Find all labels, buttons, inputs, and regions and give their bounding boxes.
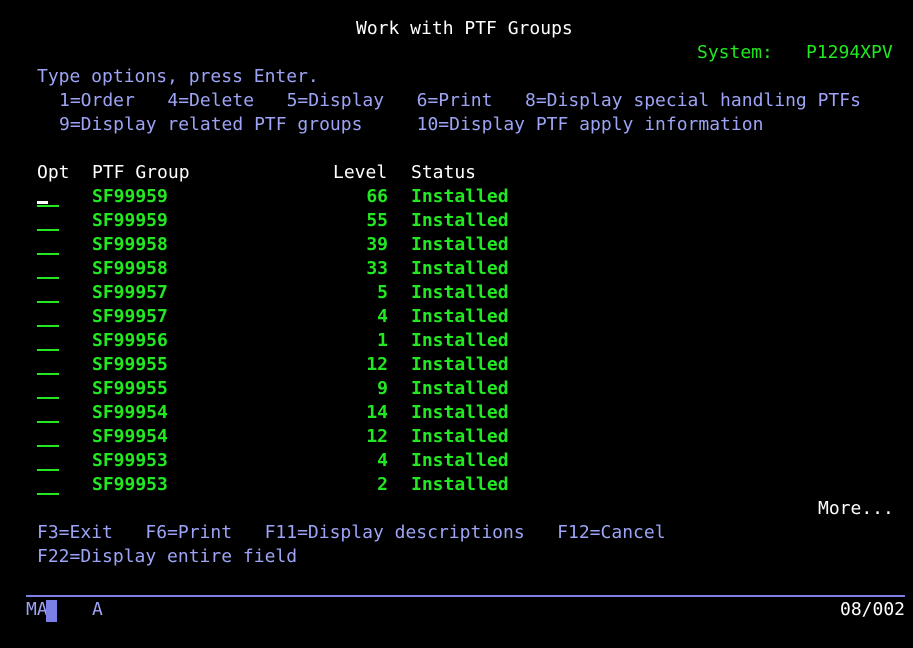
option-input[interactable]: [37, 301, 59, 303]
level-cell: 12: [366, 354, 388, 375]
ptf-group-cell: SF99957: [92, 282, 168, 303]
function-keys-line-1[interactable]: F3=Exit F6=Print F11=Display description…: [37, 521, 666, 545]
level-cell: 66: [366, 186, 388, 207]
status-cell: Installed: [411, 186, 509, 207]
level-cell: 5: [377, 282, 388, 303]
status-cursor-block: [46, 600, 57, 622]
column-header-level: Level: [333, 162, 388, 183]
status-cell: Installed: [411, 234, 509, 255]
option-input[interactable]: [37, 421, 59, 423]
status-cell: Installed: [411, 210, 509, 231]
ptf-group-cell: SF99955: [92, 378, 168, 399]
column-header-status: Status: [411, 162, 477, 183]
status-indicator-ma: MA: [26, 599, 48, 620]
level-cell: 55: [366, 210, 388, 231]
level-cell: 12: [366, 426, 388, 447]
more-indicator: More...: [818, 498, 894, 519]
level-cell: 39: [366, 234, 388, 255]
option-input[interactable]: [37, 493, 59, 495]
level-cell: 14: [366, 402, 388, 423]
ptf-group-cell: SF99955: [92, 354, 168, 375]
instruction-prompt: Type options, press Enter.: [37, 66, 319, 87]
ptf-group-cell: SF99956: [92, 330, 168, 351]
status-cell: Installed: [411, 450, 509, 471]
level-cell: 4: [377, 450, 388, 471]
status-cell: Installed: [411, 378, 509, 399]
option-input[interactable]: [37, 325, 59, 327]
status-cell: Installed: [411, 282, 509, 303]
level-cell: 9: [377, 378, 388, 399]
option-input[interactable]: [37, 277, 59, 279]
status-cell: Installed: [411, 354, 509, 375]
status-cell: Installed: [411, 306, 509, 327]
status-indicator-a: A: [92, 599, 103, 620]
options-line-2: 9=Display related PTF groups 10=Display …: [59, 114, 764, 135]
level-cell: 33: [366, 258, 388, 279]
level-cell: 2: [377, 474, 388, 495]
ptf-group-cell: SF99959: [92, 186, 168, 207]
page-title: Work with PTF Groups: [356, 18, 573, 39]
ptf-group-cell: SF99954: [92, 402, 168, 423]
column-header-opt: Opt: [37, 162, 70, 183]
column-header-ptf-group: PTF Group: [92, 162, 190, 183]
cursor-position: 08/002: [840, 599, 906, 620]
ptf-group-cell: SF99958: [92, 258, 168, 279]
ptf-group-cell: SF99953: [92, 450, 168, 471]
text-cursor: [37, 201, 48, 204]
option-input[interactable]: [37, 445, 59, 447]
status-bar-divider: [26, 595, 905, 597]
option-input[interactable]: [37, 469, 59, 471]
status-cell: Installed: [411, 258, 509, 279]
system-name: P1294XPV: [806, 42, 893, 63]
option-input[interactable]: [37, 349, 59, 351]
ptf-group-cell: SF99958: [92, 234, 168, 255]
status-cell: Installed: [411, 474, 509, 495]
option-input[interactable]: [37, 253, 59, 255]
option-input[interactable]: [37, 397, 59, 399]
options-line-1: 1=Order 4=Delete 5=Display 6=Print 8=Dis…: [59, 90, 861, 111]
ptf-group-cell: SF99957: [92, 306, 168, 327]
option-input[interactable]: [37, 373, 59, 375]
ptf-group-cell: SF99953: [92, 474, 168, 495]
function-keys-line-2[interactable]: F22=Display entire field: [37, 545, 297, 569]
status-cell: Installed: [411, 330, 509, 351]
system-label: System:: [697, 42, 773, 63]
ptf-group-cell: SF99954: [92, 426, 168, 447]
level-cell: 4: [377, 306, 388, 327]
option-input[interactable]: [37, 229, 59, 231]
level-cell: 1: [377, 330, 388, 351]
status-cell: Installed: [411, 402, 509, 423]
status-cell: Installed: [411, 426, 509, 447]
ptf-group-cell: SF99959: [92, 210, 168, 231]
option-input[interactable]: [37, 205, 59, 207]
